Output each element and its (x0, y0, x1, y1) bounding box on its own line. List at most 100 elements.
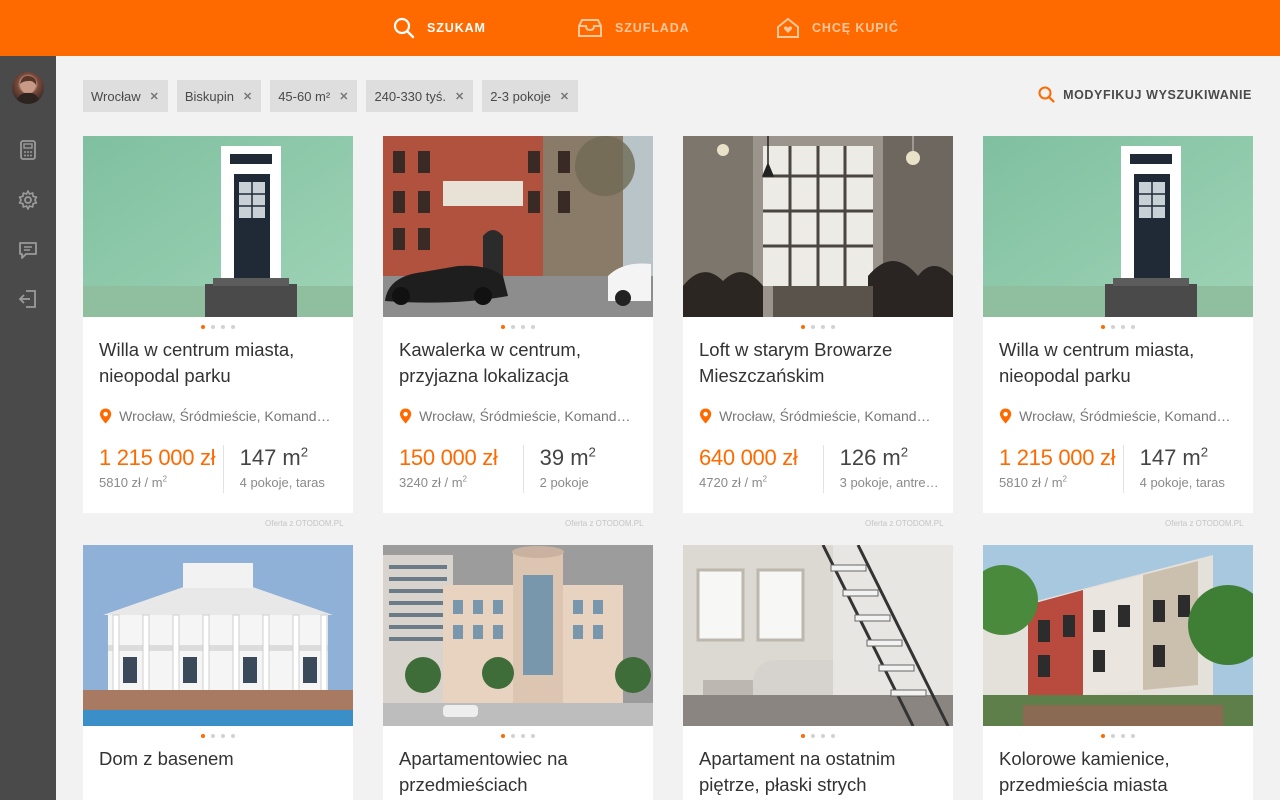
listing-photo (683, 136, 953, 317)
listing-title: Loft w starym Browarze Mieszczańskim (699, 339, 893, 386)
listing-photo (383, 545, 653, 726)
modify-search-label: MODYFIKUJ WYSZUKIWANIE (1063, 87, 1252, 102)
listing-title: Willa w centrum miasta, nieopodal parku (99, 339, 295, 386)
location-pin-icon (399, 408, 412, 424)
listing-title: Willa w centrum miasta, nieopodal parku (999, 339, 1195, 386)
listing-card[interactable]: Loft w starym Browarze Mieszczańskim Wro… (683, 136, 953, 513)
listing-photo (983, 136, 1253, 317)
listing-stats: 1 215 000 zł 5810 zł / m2 147 m2 4 pokoj… (983, 445, 1253, 493)
listing-photo (383, 136, 653, 317)
listing-price: 150 000 zł (399, 445, 498, 470)
listing-photo (83, 545, 353, 726)
listing-price: 1 215 000 zł (999, 445, 1116, 470)
listing-price-per-m2: 4720 zł / m2 (699, 475, 767, 490)
listing-card[interactable]: Kawalerka w centrum, przyjazna lokalizac… (383, 136, 653, 513)
listing-stats: 150 000 zł 3240 zł / m2 39 m2 2 pokoje (383, 445, 653, 493)
listing-card[interactable]: Kolorowe kamienice, przedmieścia miasta (983, 545, 1253, 800)
house-heart-icon (777, 17, 799, 38)
filter-chip-label: 2-3 pokoje (490, 88, 551, 104)
location-pin-icon (999, 408, 1012, 424)
listing-area: 147 m2 (239, 445, 309, 470)
listing-price-per-m2: 5810 zł / m2 (999, 475, 1067, 490)
listing-photo (983, 545, 1253, 726)
filter-chip[interactable]: 2-3 pokoje ✕ (482, 80, 579, 112)
listing-title: Apartamentowiec na przedmieściach (399, 748, 568, 795)
calculator-icon[interactable] (18, 140, 38, 160)
logout-icon[interactable] (18, 289, 38, 309)
filter-chip[interactable]: Biskupin ✕ (176, 80, 262, 112)
photo-pagination[interactable] (83, 317, 353, 337)
avatar[interactable] (12, 72, 44, 104)
filter-chip-label: Biskupin (184, 88, 234, 104)
photo-pagination[interactable] (983, 726, 1253, 746)
close-icon[interactable]: ✕ (150, 90, 159, 103)
listing-location-text: Wrocław, Śródmieście, Komandorska (119, 408, 337, 424)
location-pin-icon (99, 408, 112, 424)
listing-location: Wrocław, Śródmieście, Komandorska (683, 406, 953, 426)
nav-tab-label: SZUFLADA (615, 21, 690, 35)
listing-location: Wrocław, Śródmieście, Komandorska (983, 406, 1253, 426)
listing-details: 4 pokoje, taras (239, 475, 325, 490)
photo-pagination[interactable] (383, 726, 653, 746)
filter-chip-label: 240-330 tyś. (374, 88, 446, 104)
photo-pagination[interactable] (683, 317, 953, 337)
listing-card[interactable]: Apartament na ostatnim piętrze, płaski s… (683, 545, 953, 800)
listing-area: 39 m2 (539, 445, 596, 470)
listing-price: 1 215 000 zł (99, 445, 216, 470)
listing-title: Apartament na ostatnim piętrze, płaski s… (699, 748, 896, 795)
close-icon[interactable]: ✕ (455, 90, 464, 103)
listing-source: Oferta z OTODOM.PL (265, 519, 344, 528)
listing-source: Oferta z OTODOM.PL (865, 519, 944, 528)
nav-tab-szukam[interactable]: SZUKAM (393, 0, 486, 56)
chat-icon[interactable] (18, 240, 38, 260)
listing-details: 3 pokoje, antresola (839, 475, 937, 490)
listing-card[interactable]: Willa w centrum miasta, nieopodal parku … (983, 136, 1253, 513)
modify-search-button[interactable]: MODYFIKUJ WYSZUKIWANIE (1038, 86, 1252, 103)
nav-tab-chce-kupic[interactable]: CHCĘ KUPIĆ (776, 0, 899, 56)
listing-card[interactable]: Willa w centrum miasta, nieopodal parku … (83, 136, 353, 513)
search-icon (1038, 86, 1055, 103)
photo-pagination[interactable] (383, 317, 653, 337)
location-pin-icon (699, 408, 712, 424)
close-icon[interactable]: ✕ (243, 90, 252, 103)
listing-stats: 640 000 zł 4720 zł / m2 126 m2 3 pokoje,… (683, 445, 953, 493)
filter-chip[interactable]: Wrocław ✕ (83, 80, 168, 112)
listing-location-text: Wrocław, Śródmieście, Komandorska (719, 408, 937, 424)
listing-area: 126 m2 (839, 445, 909, 470)
listing-price: 640 000 zł (699, 445, 798, 470)
listing-details: 2 pokoje (539, 475, 589, 490)
listing-stats: 1 215 000 zł 5810 zł / m2 147 m2 4 pokoj… (83, 445, 353, 493)
listing-source: Oferta z OTODOM.PL (1165, 519, 1244, 528)
listing-location-text: Wrocław, Śródmieście, Komandorska (419, 408, 637, 424)
close-icon[interactable]: ✕ (560, 90, 569, 103)
listing-details: 4 pokoje, taras (1139, 475, 1225, 490)
photo-pagination[interactable] (983, 317, 1253, 337)
listing-title: Kolorowe kamienice, przedmieścia miasta (999, 748, 1170, 795)
listing-title: Kawalerka w centrum, przyjazna lokalizac… (399, 339, 581, 386)
listing-price-per-m2: 5810 zł / m2 (99, 475, 167, 490)
photo-pagination[interactable] (83, 726, 353, 746)
nav-tab-szuflada[interactable]: SZUFLADA (577, 0, 690, 56)
filter-chip-label: 45-60 m² (278, 88, 331, 104)
listing-photo (683, 545, 953, 726)
filter-chip-label: Wrocław (91, 88, 141, 104)
listing-card[interactable]: Apartamentowiec na przedmieściach (383, 545, 653, 800)
close-icon[interactable]: ✕ (339, 90, 348, 103)
filter-chip[interactable]: 240-330 tyś. ✕ (366, 80, 474, 112)
top-navigation-bar: SZUKAM SZUFLADA CHCĘ KUPIĆ (0, 0, 1280, 56)
search-icon (393, 17, 415, 39)
sidebar (0, 56, 56, 800)
nav-tab-label: CHCĘ KUPIĆ (812, 21, 899, 35)
nav-tab-label: SZUKAM (427, 21, 486, 35)
listing-area: 147 m2 (1139, 445, 1209, 470)
listing-price-per-m2: 3240 zł / m2 (399, 475, 467, 490)
gear-icon[interactable] (18, 190, 38, 210)
listing-location-text: Wrocław, Śródmieście, Komandorska (1019, 408, 1237, 424)
listing-card[interactable]: Dom z basenem (83, 545, 353, 800)
listing-source: Oferta z OTODOM.PL (565, 519, 644, 528)
drawer-icon (578, 19, 602, 37)
filter-chip[interactable]: 45-60 m² ✕ (270, 80, 358, 112)
photo-pagination[interactable] (683, 726, 953, 746)
listing-location: Wrocław, Śródmieście, Komandorska (383, 406, 653, 426)
listing-photo (83, 136, 353, 317)
